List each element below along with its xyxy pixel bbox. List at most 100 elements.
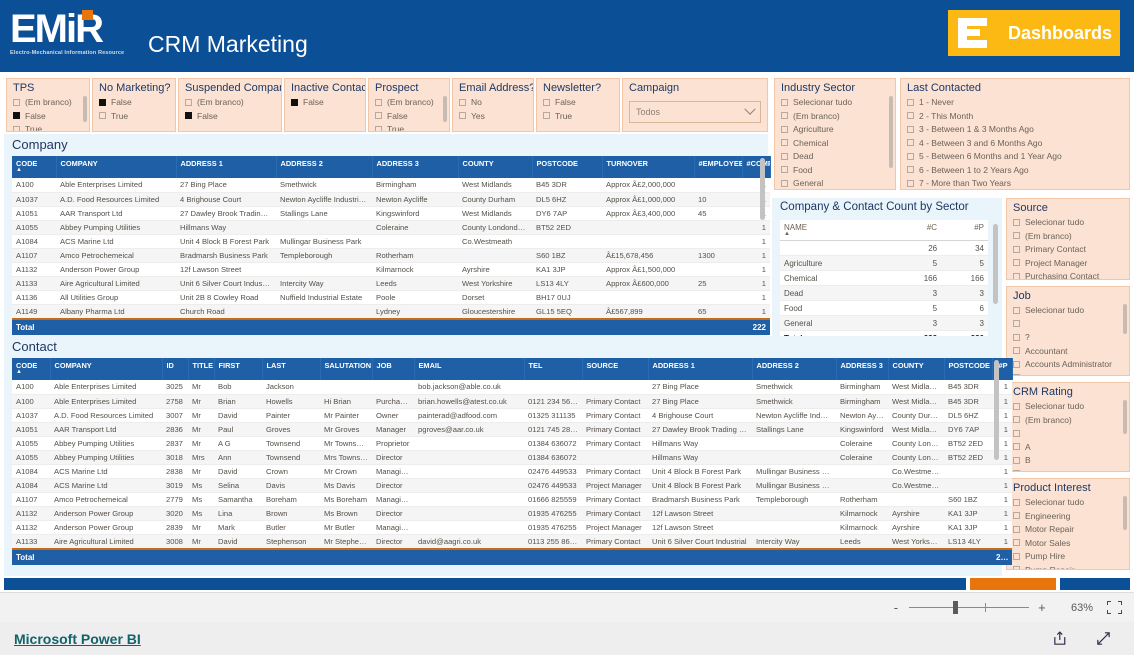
checkbox-icon[interactable] (781, 98, 788, 106)
checkbox-icon[interactable] (781, 139, 788, 146)
slicer-option[interactable]: Dead (781, 150, 890, 162)
table-row[interactable]: Chemical 166 166 (780, 270, 988, 286)
slicer-tps[interactable]: TPS (Em branco) False True (6, 78, 90, 132)
checkbox-icon[interactable] (1013, 402, 1020, 410)
checkbox-icon[interactable] (543, 112, 550, 119)
campaign-dropdown[interactable]: Todos (629, 101, 761, 123)
slicer-option[interactable] (1013, 427, 1124, 439)
column-header-turnover[interactable]: TURNOVER (602, 156, 695, 178)
table-row[interactable]: Agriculture 5 5 (780, 255, 988, 271)
slicer-scrollbar[interactable] (1123, 400, 1127, 434)
column-header-county[interactable]: COUNTY (458, 156, 533, 178)
checkbox-icon[interactable] (1013, 566, 1020, 569)
column-header-address1[interactable]: ADDRESS 1 (648, 358, 753, 380)
slicer-option[interactable]: Pump Hire (1013, 550, 1124, 562)
table-row[interactable]: A1132 Anderson Power Group 3020 Ms Lina Brown… (12, 506, 1012, 521)
checkbox-icon[interactable] (907, 125, 914, 133)
checkbox-icon[interactable] (375, 98, 382, 106)
slicer-prospect[interactable]: Prospect (Em branco) False True (368, 78, 450, 132)
slicer-no-marketing[interactable]: No Marketing? False True (92, 78, 176, 132)
table-row[interactable]: A1055 Abbey Pumping Utilities Hillmans Way… (12, 220, 770, 235)
checkbox-icon[interactable] (1013, 347, 1020, 354)
checkbox-icon[interactable] (1013, 456, 1020, 464)
table-row[interactable]: A1051 AAR Transport Ltd 27 Dawley Brook Tr… (12, 206, 770, 221)
slicer-option[interactable]: Motor Sales (1013, 537, 1124, 549)
table-row[interactable]: A1133 Aire Agricultural Limited 3008 Mr Davi… (12, 534, 1012, 549)
checkbox-icon[interactable] (13, 112, 20, 119)
slicer-scrollbar[interactable] (83, 96, 87, 122)
slicer-option[interactable]: False (13, 110, 84, 122)
zoom-control[interactable]: - + (889, 600, 1049, 615)
fullscreen-icon[interactable] (1095, 630, 1112, 647)
checkbox-icon[interactable] (907, 112, 914, 119)
slicer-email-address[interactable]: Email Address? No Yes (452, 78, 534, 132)
column-header-company[interactable]: COMPANY (56, 156, 177, 178)
company-table[interactable]: CODE ▲ COMPANY ADDRESS 1 ADDRESS 2 ADDRES… (12, 156, 771, 335)
slicer-option[interactable]: (Em branco) (781, 110, 890, 122)
slicer-option[interactable]: False (185, 110, 276, 122)
slicer-option[interactable]: 1 - Never (907, 96, 1124, 108)
checkbox-icon[interactable] (99, 112, 106, 119)
checkbox-icon[interactable] (1013, 512, 1020, 519)
checkbox-icon[interactable] (907, 98, 914, 106)
slicer-option[interactable]: False (543, 96, 614, 108)
table-row[interactable]: A1055 Abbey Pumping Utilities 2837 Mr A G Tow… (12, 436, 1012, 451)
column-header-title[interactable]: TITLE (188, 358, 215, 380)
checkbox-icon[interactable] (375, 125, 382, 131)
slicer-product-interest[interactable]: Product Interest Selecionar tudo Enginee… (1006, 478, 1130, 570)
checkbox-icon[interactable] (1013, 374, 1020, 375)
slicer-option[interactable]: No (459, 96, 528, 108)
table-row[interactable]: General 3 3 (780, 315, 988, 331)
column-header-tel[interactable]: TEL (524, 358, 583, 380)
checkbox-icon[interactable] (1013, 218, 1020, 226)
column-header-employees[interactable]: #EMPLOYEES (694, 156, 743, 178)
slicer-option[interactable]: 4 - Between 3 and 6 Months Ago (907, 137, 1124, 149)
slicer-option[interactable]: False (375, 110, 444, 122)
checkbox-icon[interactable] (907, 152, 914, 160)
table-row[interactable]: A100 Able Enterprises Limited 3025 Mr Bob Jac… (12, 380, 1012, 395)
slicer-option[interactable]: General (781, 177, 890, 189)
slicer-option[interactable]: False (99, 96, 170, 108)
column-header-address3[interactable]: ADDRESS 3 (836, 358, 889, 380)
table-row[interactable]: A1084 ACS Marine Ltd Unit 4 Block B Forest… (12, 234, 770, 249)
slicer-option[interactable]: Selecionar tudo (1013, 216, 1124, 228)
table-row[interactable]: 26 34 (780, 240, 988, 256)
slicer-campaign[interactable]: Campaign Todos (622, 78, 768, 132)
slicer-option[interactable]: Food (781, 164, 890, 176)
checkbox-icon[interactable] (1013, 232, 1020, 239)
table-row[interactable]: A1136 All Utilities Group Unit 2B 8 Cowley… (12, 290, 770, 305)
slicer-industry-sector[interactable]: Industry Sector Selecionar tudo (Em bran… (774, 78, 896, 190)
checkbox-icon[interactable] (1013, 360, 1020, 368)
slicer-suspended-company[interactable]: Suspended Company (Em branco) False (178, 78, 282, 132)
checkbox-icon[interactable] (1013, 539, 1020, 546)
contact-table[interactable]: CODE ▲ COMPANY ID TITLE FIRST LAST SALUTA… (12, 358, 1013, 565)
checkbox-icon[interactable] (781, 152, 788, 160)
slicer-option[interactable]: (Em branco) (1013, 230, 1124, 242)
slicer-option[interactable]: Accountant (1013, 345, 1124, 357)
slicer-scrollbar[interactable] (443, 96, 447, 122)
checkbox-icon[interactable] (907, 179, 914, 187)
slicer-option[interactable]: 3 - Between 1 & 3 Months Ago (907, 123, 1124, 135)
slicer-option[interactable]: Chemical (781, 137, 890, 149)
checkbox-icon[interactable] (185, 112, 192, 119)
slicer-option[interactable]: Project Manager (1013, 257, 1124, 269)
slicer-option[interactable]: Selecionar tudo (1013, 496, 1124, 508)
slicer-option[interactable]: 5 - Between 6 Months and 1 Year Ago (907, 150, 1124, 162)
slicer-option[interactable]: B (1013, 454, 1124, 466)
checkbox-icon[interactable] (185, 98, 192, 106)
slicer-option[interactable]: Agriculture (781, 123, 890, 135)
company-table-scrollbar[interactable] (760, 158, 765, 220)
checkbox-icon[interactable] (1013, 416, 1020, 423)
column-header-postcode[interactable]: POSTCODE (532, 156, 603, 178)
zoom-slider-handle[interactable] (952, 601, 958, 614)
table-row[interactable]: Food 5 6 (780, 300, 988, 316)
table-row[interactable]: A1084 ACS Marine Ltd 2838 Mr David Crown Mr Cr… (12, 464, 1012, 479)
table-row[interactable]: A1149 Albany Pharma Ltd Church Road Lydney G… (12, 304, 770, 319)
column-header-salutation[interactable]: SALUTATION (320, 358, 373, 380)
checkbox-icon[interactable] (1013, 306, 1020, 314)
column-header-code[interactable]: CODE ▲ (12, 156, 57, 178)
slicer-option[interactable]: Pump Repair (1013, 564, 1124, 569)
checkbox-icon[interactable] (907, 139, 914, 146)
column-header-source[interactable]: SOURCE (582, 358, 649, 380)
slicer-option[interactable]: True (99, 110, 170, 122)
